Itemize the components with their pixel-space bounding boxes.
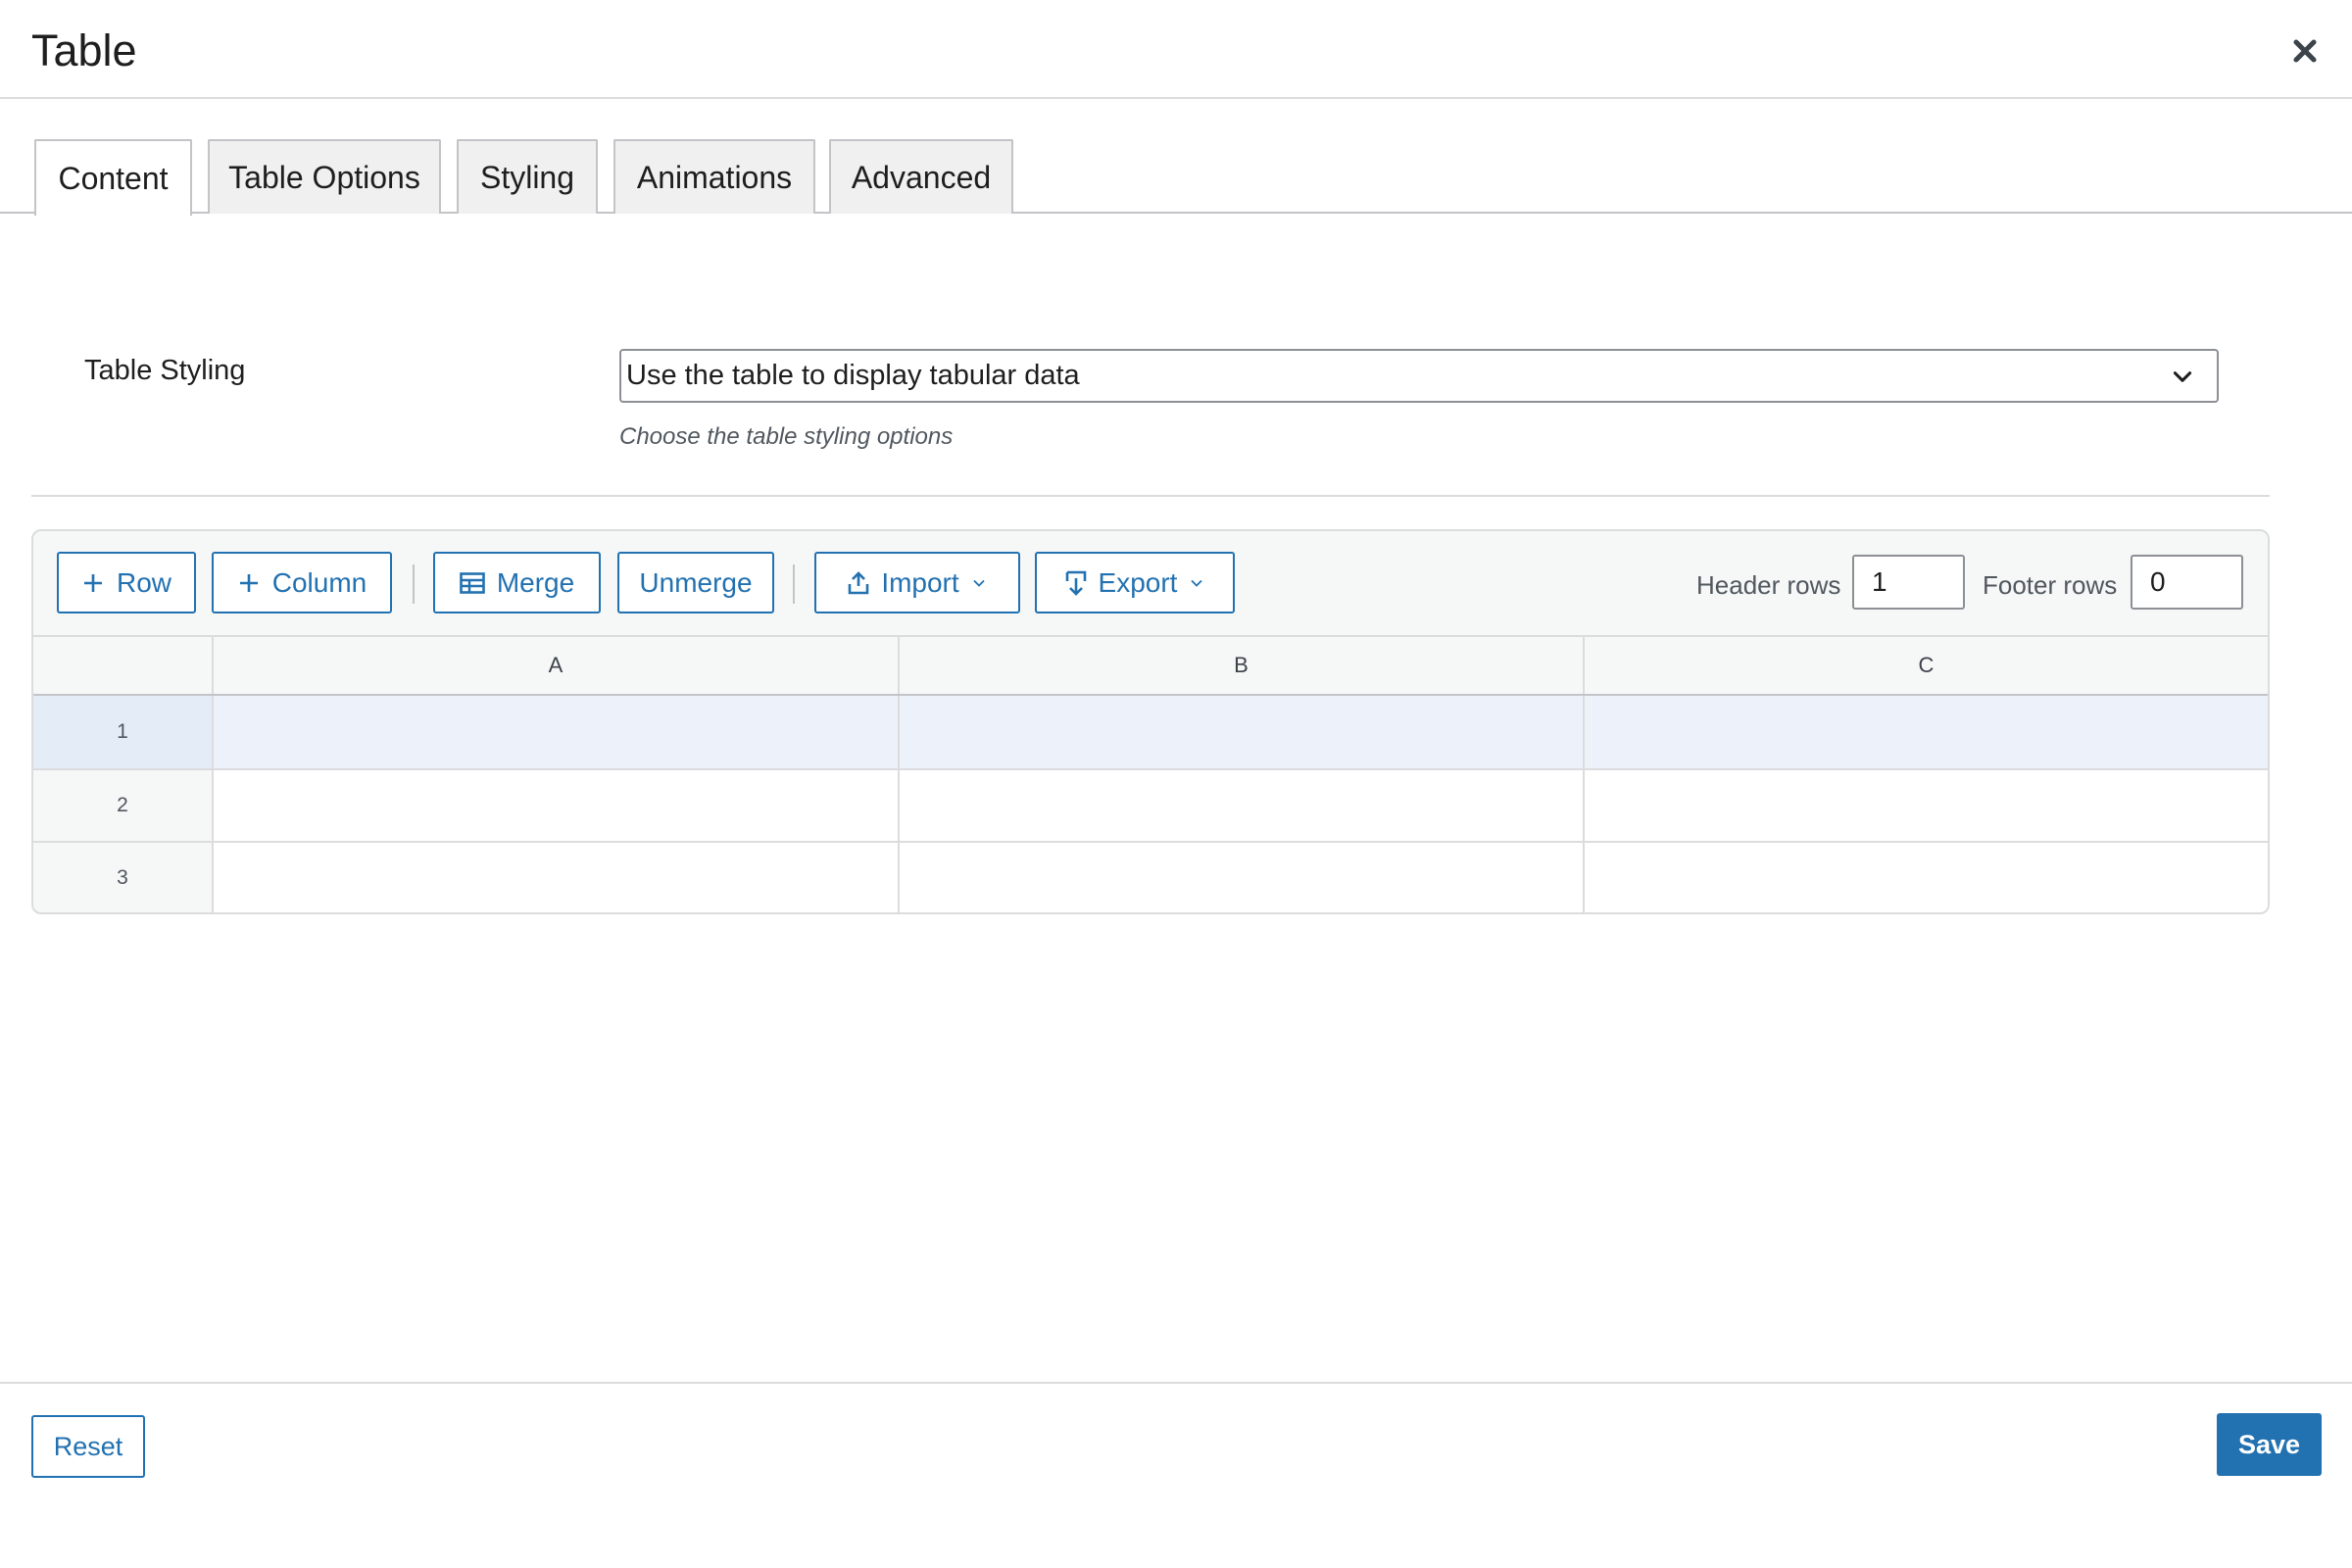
column-header[interactable]: C <box>1583 637 2268 694</box>
toolbar-separator <box>793 564 795 604</box>
column-header-row: A B C <box>33 635 2268 696</box>
table-cell[interactable] <box>1583 843 2268 912</box>
toolbar-separator <box>413 564 415 604</box>
footer-rows-label: Footer rows <box>1983 570 2118 600</box>
tab-table-options[interactable]: Table Options <box>208 139 441 214</box>
row-number[interactable]: 1 <box>33 696 212 768</box>
tab-content[interactable]: Content <box>34 139 192 216</box>
reset-button[interactable]: Reset <box>31 1415 145 1478</box>
add-column-button[interactable]: Column <box>212 552 392 613</box>
table-cell[interactable] <box>212 696 898 768</box>
row-number[interactable]: 2 <box>33 770 212 841</box>
upload-icon <box>849 570 869 594</box>
table-row: 2 <box>33 768 2268 841</box>
chevron-down-icon <box>973 579 985 587</box>
table-styling-selected: Use the table to display tabular data <box>626 360 1080 391</box>
column-header[interactable]: A <box>212 637 898 694</box>
plus-icon <box>83 573 102 592</box>
chevron-down-icon <box>2173 371 2192 382</box>
table-styling-select[interactable]: Use the table to display tabular data <box>619 349 2219 403</box>
section-divider <box>31 495 2270 497</box>
tab-label: Animations <box>636 159 793 195</box>
merge-label: Merge <box>496 566 575 598</box>
corner-cell[interactable] <box>33 637 212 694</box>
tab-animations[interactable]: Animations <box>613 139 815 214</box>
table-cell[interactable] <box>212 843 898 912</box>
export-label: Export <box>1098 566 1178 598</box>
table-merge-icon <box>460 571 485 594</box>
add-column-label: Column <box>271 566 368 598</box>
table-editor: Row Column Merge Unmerge Import Export H… <box>31 529 2270 914</box>
table-row: 3 <box>33 841 2268 912</box>
table-cell[interactable] <box>1583 770 2268 841</box>
add-row-button[interactable]: Row <box>57 552 196 613</box>
table-styling-label: Table Styling <box>84 355 246 386</box>
table-cell[interactable] <box>898 696 1583 768</box>
table-row: 1 <box>33 696 2268 768</box>
table-cell[interactable] <box>212 770 898 841</box>
close-icon <box>2293 39 2317 63</box>
download-icon <box>1065 570 1086 596</box>
row-number[interactable]: 3 <box>33 843 212 912</box>
chevron-down-icon <box>1191 579 1203 587</box>
header-rows-label: Header rows <box>1696 570 1841 600</box>
export-button[interactable]: Export <box>1035 552 1235 613</box>
merge-button[interactable]: Merge <box>433 552 601 613</box>
tab-styling[interactable]: Styling <box>457 139 598 214</box>
import-button[interactable]: Import <box>814 552 1020 613</box>
add-row-label: Row <box>116 566 172 598</box>
tab-label: Advanced <box>851 159 992 195</box>
tab-advanced[interactable]: Advanced <box>829 139 1013 214</box>
plus-icon <box>239 573 258 592</box>
footer-rows-input[interactable]: 0 <box>2131 555 2243 610</box>
unmerge-button[interactable]: Unmerge <box>617 552 774 613</box>
unmerge-label: Unmerge <box>639 566 753 598</box>
close-button[interactable] <box>2287 33 2323 69</box>
tab-label: Styling <box>479 159 575 195</box>
tab-bar: Content Table Options Styling Animations… <box>0 139 2352 216</box>
tab-label: Content <box>58 160 169 196</box>
table-cell[interactable] <box>898 843 1583 912</box>
modal-header: Table <box>0 0 2352 99</box>
table-cell[interactable] <box>898 770 1583 841</box>
save-button[interactable]: Save <box>2217 1413 2322 1476</box>
import-label: Import <box>881 566 959 598</box>
header-rows-input[interactable]: 1 <box>1852 555 1965 610</box>
table-toolbar: Row Column Merge Unmerge Import Export H… <box>33 531 2268 635</box>
modal-title: Table <box>31 25 137 75</box>
column-header[interactable]: B <box>898 637 1583 694</box>
table-grid: A B C 1 2 3 <box>33 635 2268 912</box>
modal-footer: Reset Save <box>0 1382 2352 1568</box>
tab-label: Table Options <box>228 159 420 195</box>
table-cell[interactable] <box>1583 696 2268 768</box>
table-styling-help: Choose the table styling options <box>619 423 954 450</box>
table-modal: Table Content Table Options Styling Anim… <box>0 0 2352 1568</box>
